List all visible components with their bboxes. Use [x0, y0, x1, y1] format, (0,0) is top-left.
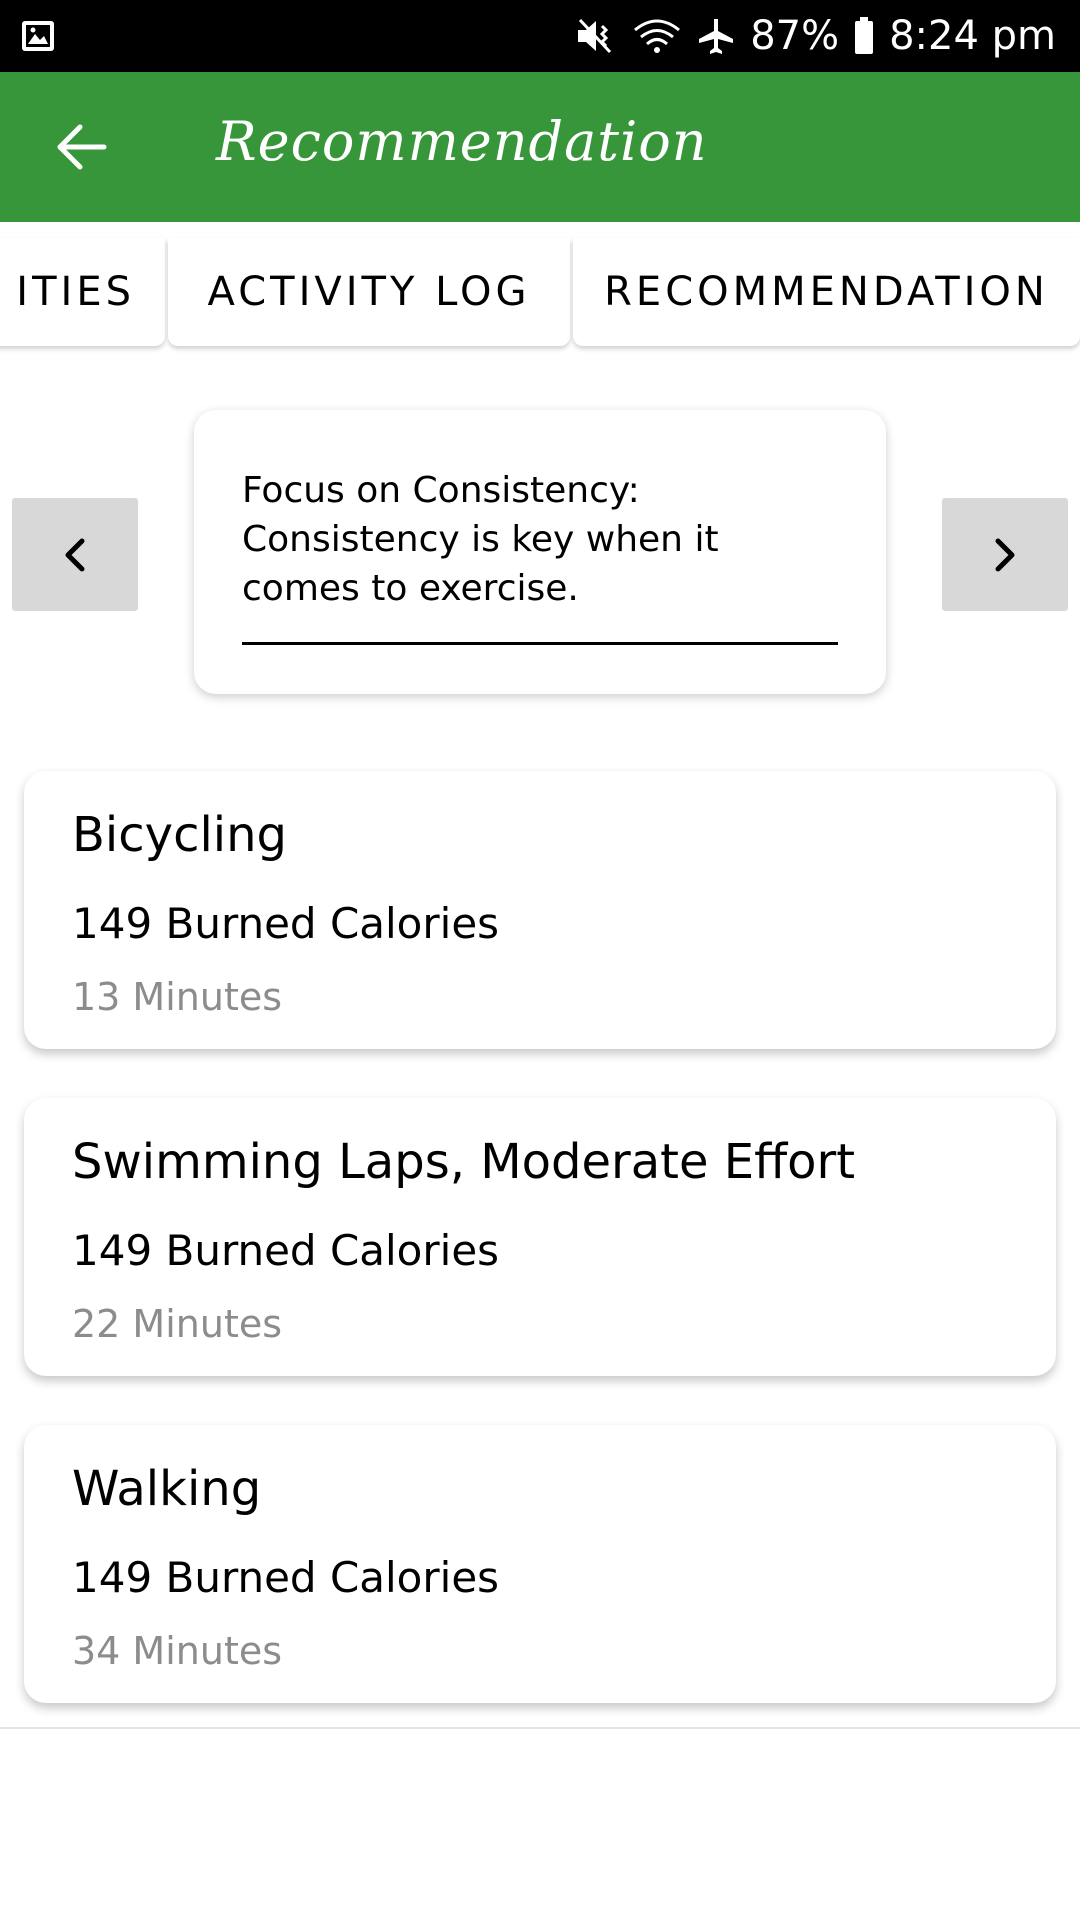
tip-underline: [242, 642, 838, 645]
chevron-left-icon: [65, 538, 85, 571]
wifi-icon: [634, 19, 681, 53]
activity-minutes: 13 Minutes: [72, 975, 283, 1019]
chevron-right-icon: [995, 538, 1015, 571]
activity-minutes: 34 Minutes: [72, 1629, 283, 1673]
activity-name: Swimming Laps, Moderate Effort: [72, 1134, 856, 1190]
activity-name: Bicycling: [72, 807, 288, 863]
clock: 8:24 pm: [889, 13, 1056, 59]
activity-name: Walking: [72, 1461, 262, 1517]
tip-card: Focus on Consistency: Consistency is key…: [194, 410, 886, 694]
tab-activity-log[interactable]: ACTIVITY LOG: [168, 238, 570, 346]
battery-icon: [855, 17, 874, 54]
activity-calories: 149 Burned Calories: [72, 1553, 500, 1602]
app-bar: Recommendation: [0, 72, 1080, 222]
activity-card[interactable]: Walking 149 Burned Calories 34 Minutes: [24, 1425, 1056, 1703]
activity-calories: 149 Burned Calories: [72, 1226, 500, 1275]
airplane-icon: [699, 19, 734, 54]
activity-card[interactable]: Bicycling 149 Burned Calories 13 Minutes: [24, 771, 1056, 1049]
previous-tip-button[interactable]: [12, 498, 138, 611]
next-tip-button[interactable]: [942, 498, 1068, 611]
mute-vibrate-icon: [578, 18, 612, 54]
tab-bar: ITIES ACTIVITY LOG RECOMMENDATION: [0, 238, 1080, 348]
battery-percent: 87%: [750, 13, 840, 59]
status-bar: 87% 8:24 pm: [0, 0, 1080, 72]
arrow-left-icon[interactable]: [52, 117, 112, 177]
tab-recommendation[interactable]: RECOMMENDATION: [573, 238, 1080, 346]
list-bottom-divider: [0, 1727, 1080, 1729]
page-title: Recommendation: [216, 110, 708, 173]
activity-card[interactable]: Swimming Laps, Moderate Effort 149 Burne…: [24, 1098, 1056, 1376]
activity-calories: 149 Burned Calories: [72, 899, 500, 948]
tab-activities[interactable]: ITIES: [0, 238, 165, 346]
tip-text: Focus on Consistency: Consistency is key…: [242, 470, 719, 609]
gallery-icon: [22, 21, 54, 51]
status-icons: 87% 8:24 pm: [574, 0, 1056, 72]
activity-minutes: 22 Minutes: [72, 1302, 283, 1346]
